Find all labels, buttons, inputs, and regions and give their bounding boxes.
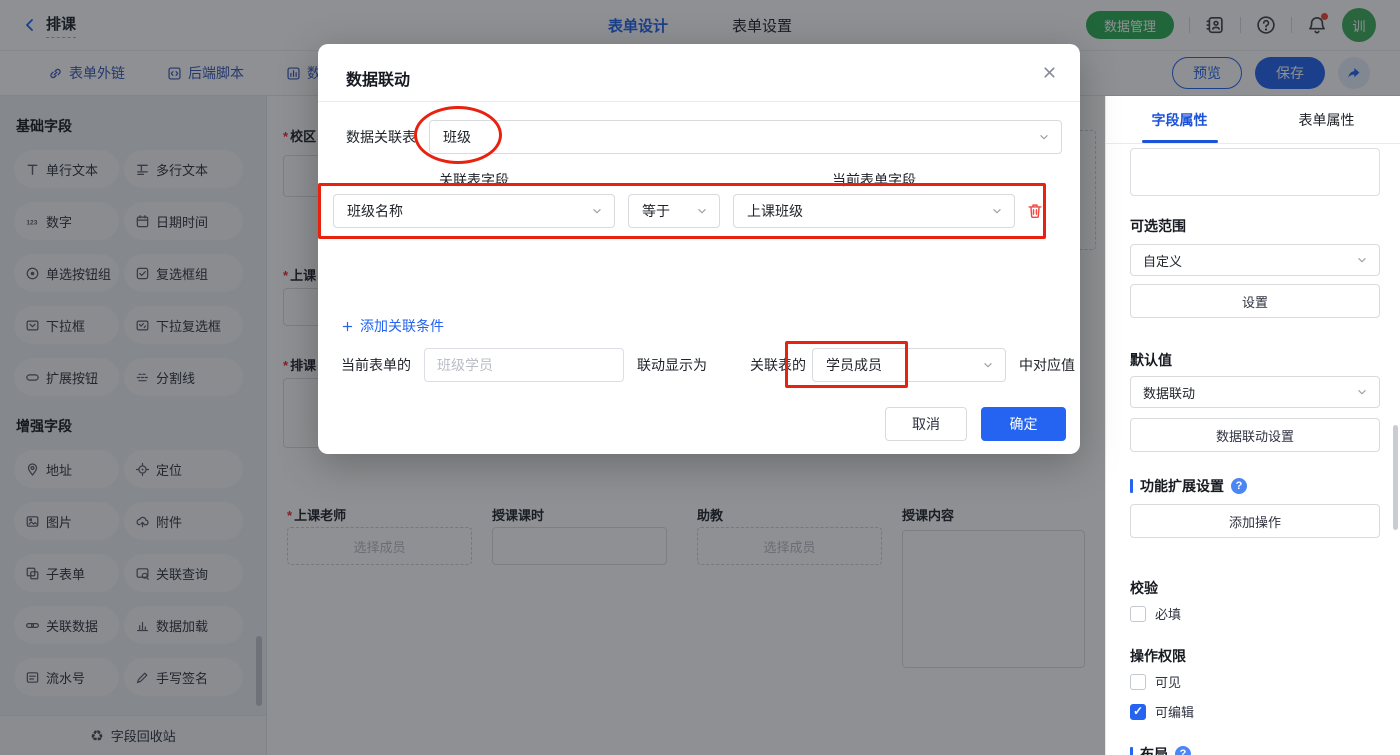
confirm-button[interactable]: 确定 xyxy=(981,407,1066,441)
close-icon[interactable] xyxy=(1041,64,1058,82)
relation-table-label: 数据关联表 xyxy=(346,129,416,145)
condition-row: 班级名称 等于 上课班级 xyxy=(333,194,1044,228)
permission-label: 操作权限 xyxy=(1130,648,1186,664)
display-as-label: 联动显示为 xyxy=(637,357,707,373)
relation-table-select[interactable]: 班级 xyxy=(429,120,1062,154)
cancel-button[interactable]: 取消 xyxy=(885,407,967,441)
delete-condition-trash-icon[interactable] xyxy=(1026,202,1044,220)
tab-field-properties[interactable]: 字段属性 xyxy=(1106,96,1253,143)
corresponding-value-label: 中对应值 xyxy=(1019,357,1075,373)
source-field-select[interactable]: 学员成员 xyxy=(812,348,1006,382)
visible-checkbox[interactable]: 可见 xyxy=(1130,672,1181,691)
properties-tabs: 字段属性 表单属性 xyxy=(1106,96,1400,144)
chevron-down-icon xyxy=(698,209,706,214)
chevron-down-icon xyxy=(984,363,992,368)
add-condition-link[interactable]: 添加关联条件 xyxy=(341,316,444,336)
chevron-down-icon xyxy=(593,209,601,214)
scope-settings-button[interactable]: 设置 xyxy=(1130,284,1380,318)
modal-footer: 取消 确定 xyxy=(885,407,1066,441)
default-value-label: 默认值 xyxy=(1130,352,1172,368)
editable-checkbox[interactable]: 可编辑 xyxy=(1130,702,1194,721)
chevron-down-icon xyxy=(1358,390,1366,395)
panel-scrollbar[interactable] xyxy=(1393,425,1398,530)
data-linkage-modal: 数据联动 数据关联表 班级 关联表字段 当前表单字段 班级名称 等于 上课班级 … xyxy=(318,44,1080,454)
column-header-current-field: 当前表单字段 xyxy=(832,172,916,188)
modal-title: 数据联动 xyxy=(346,72,411,89)
properties-panel: 字段属性 表单属性 可选范围 自定义 设置 默认值 数据联动 数据联动设置 功能… xyxy=(1105,96,1400,755)
tab-form-properties[interactable]: 表单属性 xyxy=(1253,96,1400,143)
mapping-row: 当前表单的 班级学员 联动显示为 关联表的 学员成员 中对应值 xyxy=(341,348,1075,382)
required-checkbox[interactable]: 必填 xyxy=(1130,604,1181,623)
option-scope-label: 可选范围 xyxy=(1130,218,1186,234)
current-field-select[interactable]: 上课班级 xyxy=(733,194,1015,228)
divider xyxy=(318,101,1080,102)
extension-settings-section: 功能扩展设置 ? xyxy=(1130,476,1247,496)
operator-select[interactable]: 等于 xyxy=(628,194,720,228)
field-description-box[interactable] xyxy=(1130,148,1380,196)
chevron-down-icon xyxy=(993,209,1001,214)
layout-section: 布局 ? xyxy=(1130,744,1191,755)
option-scope-select[interactable]: 自定义 xyxy=(1130,244,1380,276)
default-value-select[interactable]: 数据联动 xyxy=(1130,376,1380,408)
validation-label: 校验 xyxy=(1130,580,1158,596)
relation-table-prefix-label: 关联表的 xyxy=(750,357,806,373)
chevron-down-icon xyxy=(1358,258,1366,263)
data-linkage-settings-button[interactable]: 数据联动设置 xyxy=(1130,418,1380,452)
help-question-icon[interactable]: ? xyxy=(1231,478,1247,494)
current-form-label: 当前表单的 xyxy=(341,357,411,373)
plus-icon xyxy=(342,321,353,331)
column-header-relation-field: 关联表字段 xyxy=(439,172,509,188)
checkbox-icon xyxy=(1130,673,1146,690)
checkbox-checked-icon xyxy=(1130,703,1146,720)
target-field-input[interactable]: 班级学员 xyxy=(424,348,624,382)
chevron-down-icon xyxy=(1040,135,1048,140)
relation-field-select[interactable]: 班级名称 xyxy=(333,194,615,228)
add-action-button[interactable]: 添加操作 xyxy=(1130,504,1380,538)
checkbox-icon xyxy=(1130,605,1146,622)
help-question-icon[interactable]: ? xyxy=(1175,746,1191,755)
